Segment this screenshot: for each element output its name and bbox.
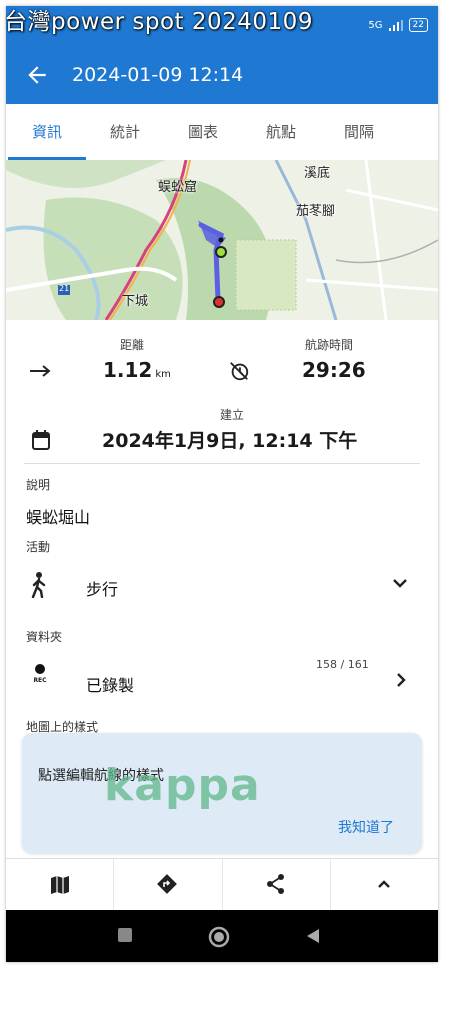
rec-icon: REC: [28, 664, 52, 684]
activity-selector[interactable]: 步行: [6, 562, 438, 610]
system-nav-bar: [6, 910, 438, 962]
description-label: 說明: [26, 478, 51, 492]
divider: [24, 463, 420, 464]
expand-button[interactable]: [331, 859, 438, 911]
chevron-right-icon: [397, 673, 406, 687]
map-label-xiacheng: 下城: [122, 294, 149, 309]
navigate-button[interactable]: [114, 859, 223, 911]
share-icon: [266, 874, 284, 894]
got-it-button[interactable]: 我知道了: [338, 817, 394, 837]
status-icons: 5G 22: [368, 18, 428, 32]
bottom-action-bar: [6, 858, 438, 911]
chevron-down-icon: [393, 579, 407, 588]
duration-label: 航跡時間: [305, 338, 354, 352]
map-button[interactable]: [6, 859, 115, 911]
distance-number: 1.12: [103, 358, 153, 382]
description-value[interactable]: 蜈蚣堀山: [26, 504, 90, 528]
activity-label: 活動: [26, 540, 51, 554]
tab-charts[interactable]: 圖表: [164, 104, 242, 160]
duration-value: 29:26: [302, 358, 366, 382]
battery-icon: 22: [408, 18, 428, 32]
back-button[interactable]: [24, 62, 50, 88]
map-label-qiedongjiao: 茄苳腳: [296, 204, 336, 219]
tab-waypoints[interactable]: 航點: [242, 104, 320, 160]
track-map[interactable]: 蜈蚣窟 溪底 茄苳腳 下城 21: [6, 160, 438, 320]
back-nav-button[interactable]: [306, 928, 320, 948]
signal-icon: [388, 19, 403, 31]
map-icon: [51, 876, 69, 894]
app-bar: 2024-01-09 12:14: [6, 46, 438, 104]
activity-value: 步行: [86, 580, 119, 599]
recents-button[interactable]: [118, 928, 132, 942]
calendar-icon: [32, 430, 50, 450]
folder-value: 已錄製: [86, 676, 135, 695]
map-label-wugongku: 蜈蚣窟: [158, 180, 198, 195]
tab-info[interactable]: 資訊: [8, 104, 86, 160]
timer-icon: [230, 362, 249, 381]
tab-intervals[interactable]: 間隔: [320, 104, 398, 160]
arrow-left-icon: [28, 66, 46, 84]
arrow-right-icon: [30, 365, 51, 377]
folder-selector[interactable]: REC 已錄製 158 / 161: [6, 652, 438, 704]
overlay-watermark: kappa: [104, 760, 261, 811]
network-label: 5G: [368, 19, 383, 31]
created-label: 建立: [220, 408, 245, 422]
folder-count: 158 / 161: [316, 658, 369, 671]
home-button[interactable]: [208, 926, 230, 952]
walking-icon: [31, 572, 46, 598]
directions-icon: [157, 874, 178, 894]
watermark-title: 台灣power spot 20240109: [4, 9, 313, 35]
chevron-up-icon: [377, 880, 390, 888]
map-label-xidi: 溪底: [304, 166, 331, 181]
distance-label: 距離: [120, 338, 145, 352]
page-title: 2024-01-09 12:14: [72, 64, 244, 86]
back-triangle-icon: [307, 929, 319, 943]
road-number-label: 21: [59, 284, 70, 293]
tab-stats[interactable]: 統計: [86, 104, 164, 160]
folder-label: 資料夾: [26, 630, 63, 644]
map-background: [6, 160, 438, 320]
share-button[interactable]: [223, 859, 331, 911]
home-circle-icon: [208, 926, 230, 948]
created-value: 2024年1月9日, 12:14 下午: [102, 430, 358, 452]
distance-value: 1.12 km: [103, 358, 171, 382]
phone-screen: 5G 22 2024-01-09 12:14 資訊 統計 圖表 航點 間隔 蜈蚣…: [6, 6, 438, 962]
tab-bar: 資訊 統計 圖表 航點 間隔: [6, 104, 438, 161]
distance-unit: km: [155, 369, 171, 380]
